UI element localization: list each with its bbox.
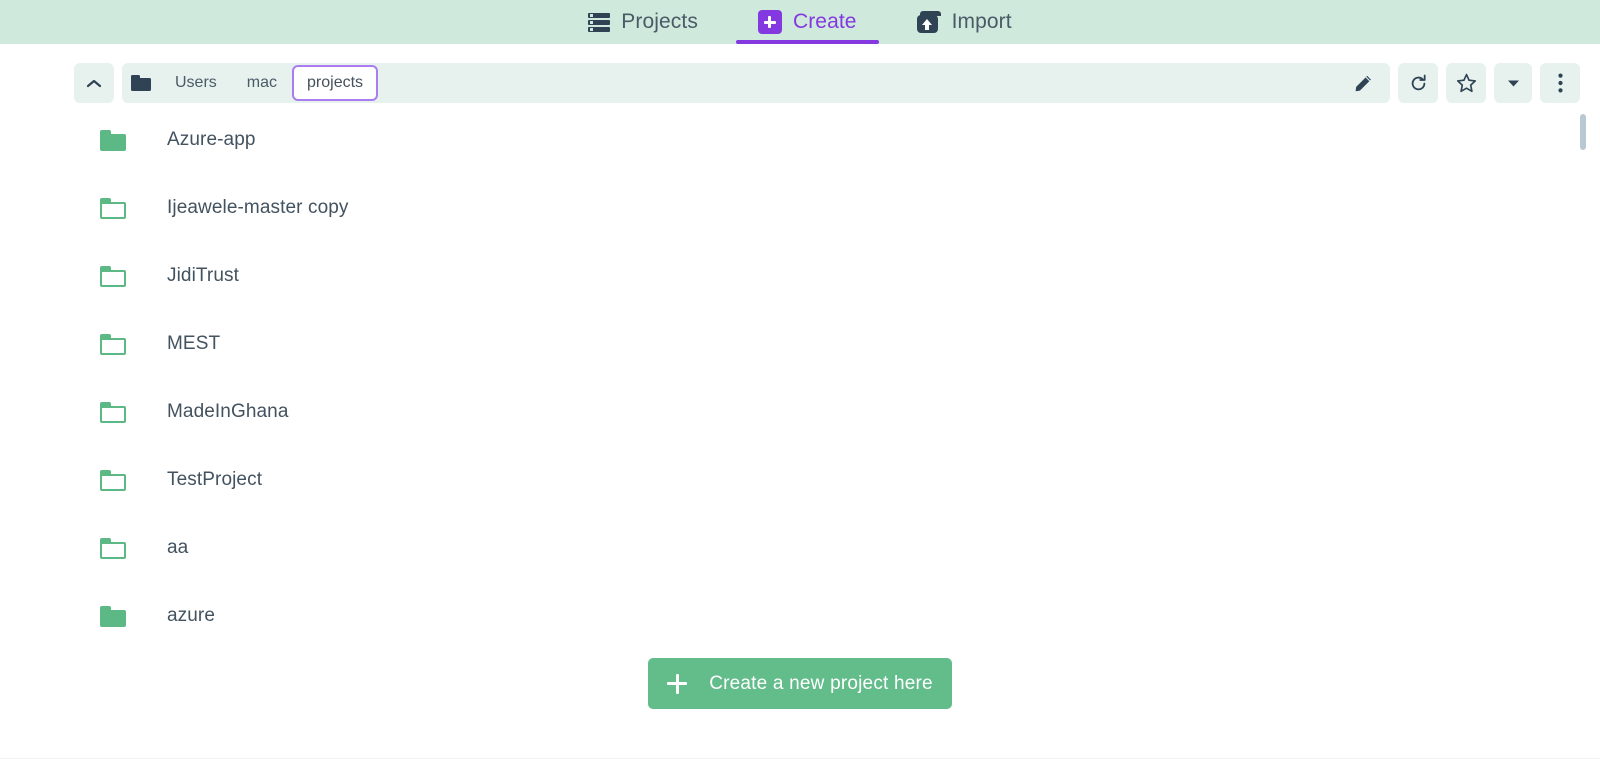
folder-outline-icon: [100, 469, 126, 491]
list-item[interactable]: azure: [0, 582, 1600, 648]
breadcrumb-item-users[interactable]: Users: [160, 65, 232, 101]
list-item[interactable]: MEST: [0, 310, 1600, 378]
navigate-up-button[interactable]: [74, 63, 114, 103]
list-scrollbar[interactable]: [1580, 106, 1586, 648]
create-new-project-button[interactable]: Create a new project here: [648, 658, 952, 709]
main-nav-bar: Projects Create Import: [0, 0, 1600, 44]
folder-filled-icon: [131, 75, 151, 91]
breadcrumb: Users mac projects: [122, 63, 1390, 103]
tab-create-label: Create: [792, 10, 857, 33]
caret-down-icon: [1507, 80, 1519, 86]
plus-icon: [667, 673, 688, 694]
favorite-button[interactable]: [1446, 63, 1486, 103]
folder-outline-icon: [100, 401, 126, 423]
list-item-label: TestProject: [167, 469, 263, 490]
favorite-dropdown-button[interactable]: [1494, 63, 1532, 103]
edit-path-button[interactable]: [1342, 63, 1384, 103]
folder-outline-icon: [100, 333, 126, 355]
more-vertical-icon: [1557, 73, 1563, 93]
chevron-up-icon: [86, 79, 102, 87]
list-item[interactable]: Ijeawele-master copy: [0, 174, 1600, 242]
list-icon: [588, 12, 611, 32]
list-item-label: MadeInGhana: [167, 401, 289, 422]
star-icon: [1456, 73, 1476, 93]
more-options-button[interactable]: [1540, 63, 1580, 103]
folder-outline-icon: [100, 197, 126, 219]
tab-projects-label: Projects: [621, 10, 698, 33]
breadcrumb-root-button[interactable]: [122, 63, 160, 103]
path-toolbar: Users mac projects: [0, 44, 1600, 106]
refresh-icon: [1411, 74, 1426, 90]
bottom-divider: [0, 758, 1600, 759]
tab-projects[interactable]: Projects: [584, 0, 702, 44]
list-item[interactable]: MadeInGhana: [0, 378, 1600, 446]
breadcrumb-item-mac[interactable]: mac: [232, 65, 292, 101]
refresh-button[interactable]: [1398, 63, 1438, 103]
pencil-icon: [1355, 75, 1371, 91]
list-item[interactable]: TestProject: [0, 446, 1600, 514]
list-item-label: MEST: [167, 333, 221, 354]
list-item-label: Ijeawele-master copy: [167, 197, 349, 218]
tab-import[interactable]: Import: [913, 0, 1016, 44]
list-item[interactable]: Azure-app: [0, 106, 1600, 174]
tab-import-label: Import: [951, 10, 1012, 33]
import-box-icon: [916, 11, 941, 33]
folder-list: Azure-app Ijeawele-master copy JidiTrust…: [0, 106, 1600, 648]
folder-outline-icon: [100, 537, 126, 559]
list-item[interactable]: JidiTrust: [0, 242, 1600, 310]
plus-square-icon: [757, 10, 782, 34]
list-item-label: JidiTrust: [167, 265, 239, 286]
footer-bar: Create a new project here: [0, 648, 1600, 763]
list-item-label: Azure-app: [167, 129, 256, 150]
list-item[interactable]: aa: [0, 514, 1600, 582]
folder-filled-icon: [100, 129, 126, 151]
create-new-project-label: Create a new project here: [709, 672, 933, 694]
tab-create[interactable]: Create: [736, 0, 879, 44]
folder-filled-icon: [100, 605, 126, 627]
list-item-label: azure: [167, 605, 216, 626]
list-scrollbar-thumb[interactable]: [1580, 114, 1586, 150]
folder-outline-icon: [100, 265, 126, 287]
breadcrumb-item-projects[interactable]: projects: [292, 65, 379, 101]
list-item-label: aa: [167, 537, 189, 558]
